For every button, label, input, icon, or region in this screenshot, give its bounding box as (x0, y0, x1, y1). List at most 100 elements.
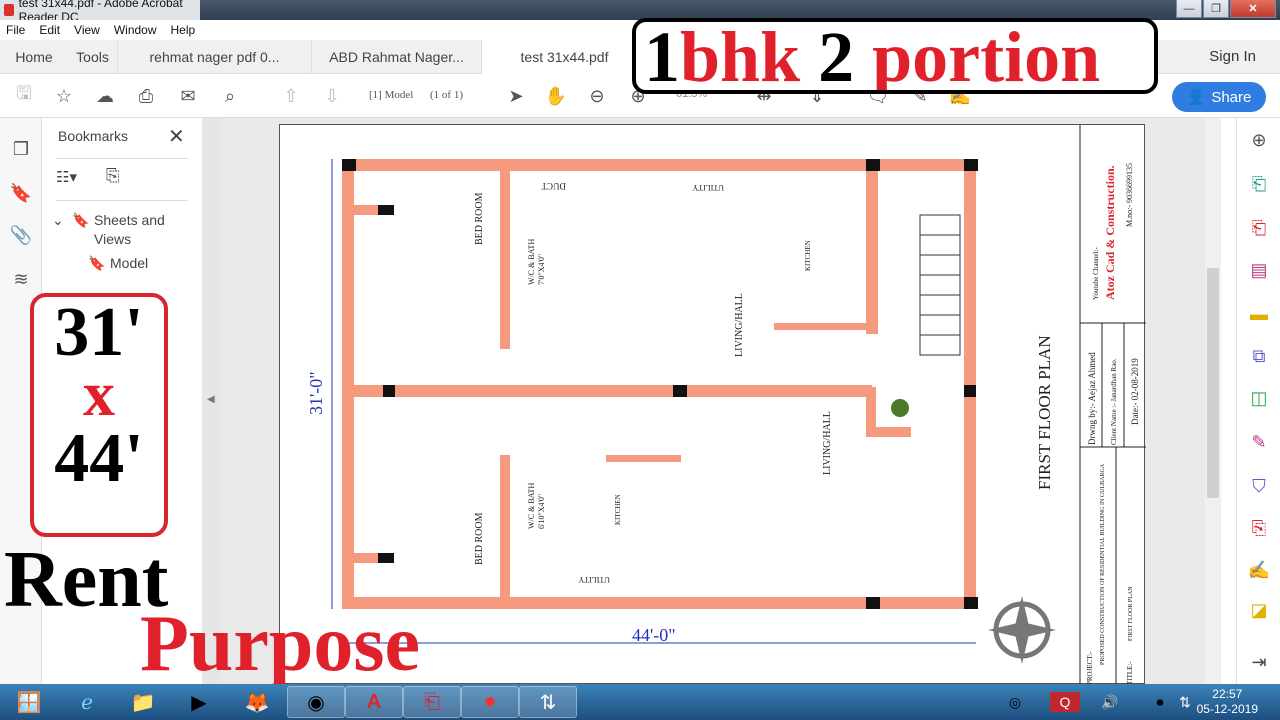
email-icon[interactable]: ✉ (176, 84, 200, 108)
converter-tray-icon[interactable]: ⇅ (1170, 686, 1200, 718)
drawing-date: Date:- 02-08-2019 (1130, 358, 1140, 425)
zoom-tool-icon[interactable]: ⊕ (1247, 128, 1271, 152)
system-clock[interactable]: 22:57 05-12-2019 (1197, 687, 1258, 717)
tab-home[interactable]: Home (0, 40, 68, 74)
north-compass-icon (988, 596, 1056, 664)
bookmark-star-icon[interactable]: ☆ (52, 84, 76, 108)
edit-pdf-icon[interactable]: ▤ (1247, 258, 1271, 282)
comment-tool-icon[interactable]: ▬ (1247, 302, 1271, 326)
select-cursor-icon[interactable]: ➤ (504, 84, 528, 108)
create-pdf-icon[interactable]: ⎗ (1247, 216, 1271, 240)
video-converter-icon[interactable]: ⇅ (519, 686, 577, 718)
fill-sign-icon[interactable]: ✎ (1247, 430, 1271, 454)
room-label: BED ROOM (474, 192, 485, 245)
tab-doc-rehmat[interactable]: rehmat nager pdf 0... (118, 40, 312, 74)
print-icon[interactable]: ⎙ (134, 84, 158, 108)
organize-pages-icon[interactable]: ◫ (1247, 386, 1271, 410)
zoom-out-icon[interactable]: ⊖ (585, 84, 609, 108)
sign-in-link[interactable]: Sign In (1209, 48, 1256, 65)
room-label: W/C & BATH (527, 239, 536, 285)
wall (774, 323, 874, 330)
windows-taskbar: 🪟 ℯ 📁 ▶ 🦊 ◉ A ⎗ ⏺ ⇅ ◎ Q 🔊 ⏺ ⇅ 22:57 05-12… (0, 684, 1280, 720)
attachments-icon[interactable]: 📎 (10, 224, 32, 246)
expand-chevron-icon[interactable]: ⌄ (52, 212, 64, 229)
autocad-icon[interactable]: A (345, 686, 403, 718)
scrollbar-thumb[interactable] (1207, 268, 1219, 498)
tab-doc-abd[interactable]: ABD Rahmat Nager... (312, 40, 482, 74)
tab-tools[interactable]: Tools (68, 40, 118, 74)
title-label: TITLE:- (1126, 661, 1134, 685)
volume-tray-icon[interactable]: 🔊 (1095, 686, 1125, 718)
send-for-review-icon[interactable]: ◪ (1247, 598, 1271, 622)
room-label: W/C & BATH (527, 483, 536, 529)
youtube-label: Youtube Channel:- (1092, 247, 1100, 300)
channel-name: Atoz Cad & Construction. (1103, 165, 1117, 300)
quick-heal-tray-icon[interactable]: Q (1050, 692, 1080, 712)
right-tools-rail: ⊕ ⎗ ⎗ ▤ ▬ ⧉ ◫ ✎ ⛉ ⎘ ✍ ◪ ⇥ (1236, 118, 1280, 684)
acrobat-icon (4, 4, 14, 16)
acrobat-reader-icon[interactable]: ⎗ (403, 686, 461, 718)
page-thumbnails-icon[interactable]: ❐ (10, 138, 32, 160)
menu-window[interactable]: Window (114, 23, 157, 37)
save-icon[interactable]: 🖫 (12, 83, 36, 108)
close-button[interactable]: ✕ (1230, 0, 1276, 18)
menu-edit[interactable]: Edit (39, 23, 60, 37)
wall (964, 159, 976, 609)
wall (342, 159, 354, 609)
internet-explorer-icon[interactable]: ℯ (58, 686, 116, 718)
chrome-icon[interactable]: ◉ (287, 686, 345, 718)
sheet-title: FIRST FLOOR PLAN (1128, 586, 1134, 641)
combine-files-icon[interactable]: ⧉ (1247, 344, 1271, 368)
export-pdf-icon[interactable]: ⎗ (1247, 172, 1271, 196)
page-number-input[interactable]: [1] Model (369, 89, 413, 101)
start-button[interactable]: 🪟 (0, 686, 58, 718)
menu-help[interactable]: Help (171, 23, 196, 37)
protect-icon[interactable]: ⛉ (1247, 474, 1271, 498)
room-label: KITCHEN (614, 494, 622, 525)
bookmarks-title: Bookmarks (58, 128, 129, 144)
project-label: PROJECT:- (1086, 651, 1094, 685)
client-name: Client Name :- Janardhan Rao. (1110, 358, 1118, 445)
screen-recorder-icon[interactable]: ⏺ (461, 686, 519, 718)
signature-icon[interactable]: ✍ (1247, 558, 1271, 582)
window-titlebar: test 31x44.pdf - Adobe Acrobat Reader DC… (0, 0, 1280, 24)
restore-button[interactable]: ❐ (1203, 0, 1229, 18)
firefox-icon[interactable]: 🦊 (228, 686, 286, 718)
pdf-icon[interactable]: ⎘ (1247, 516, 1271, 540)
wall (500, 159, 510, 349)
mobile-number: M.no:- 9036699135 (1125, 163, 1134, 227)
page-up-icon[interactable]: ⇧ (279, 84, 303, 108)
search-icon[interactable]: ⌕ (218, 84, 242, 108)
menu-view[interactable]: View (74, 23, 100, 37)
drawn-by: Drwng by:- Aejaz Ahmed (1087, 352, 1097, 445)
layers-icon[interactable]: ≋ (10, 268, 32, 290)
bookmark-icon: 🔖 (88, 255, 106, 271)
network-tray-icon[interactable]: ◎ (1000, 686, 1030, 718)
menu-file[interactable]: File (6, 23, 25, 37)
find-bookmark-icon[interactable]: ⎘ (106, 166, 120, 186)
dimension-vertical: 31'-0" (306, 371, 326, 415)
bookmark-sheets-and-views[interactable]: Sheets and Views (94, 211, 174, 249)
minimize-button[interactable]: — (1176, 0, 1202, 18)
close-panel-icon[interactable]: ✕ (168, 124, 185, 149)
add-user-icon: 👤 (1186, 89, 1206, 106)
collapse-rail-icon[interactable]: ⇥ (1247, 650, 1271, 674)
share-button[interactable]: 👤 Share (1172, 82, 1266, 112)
purpose-overlay: Purpose (140, 600, 420, 688)
dimensions-overlay: 31' x 44' (30, 293, 168, 537)
vertical-scrollbar[interactable] (1205, 118, 1221, 684)
plant-icon (891, 399, 909, 417)
wall (606, 455, 681, 462)
bookmarks-icon[interactable]: 🔖 (10, 182, 32, 204)
file-explorer-icon[interactable]: 📁 (114, 686, 172, 718)
bookmark-model[interactable]: Model (110, 255, 148, 271)
tab-doc-test[interactable]: test 31x44.pdf (482, 40, 648, 74)
hand-icon[interactable]: ✋ (544, 84, 568, 108)
upload-cloud-icon[interactable]: ☁ (93, 84, 117, 108)
wall (500, 455, 510, 597)
project-name: PROPOSED CONSTRUCTION OF RESIDENTIAL BUI… (1100, 463, 1106, 665)
wall (342, 159, 976, 171)
media-player-icon[interactable]: ▶ (170, 686, 228, 718)
page-down-icon[interactable]: ⇩ (320, 84, 344, 108)
bookmark-options-icon[interactable]: ☷▾ (56, 168, 77, 186)
